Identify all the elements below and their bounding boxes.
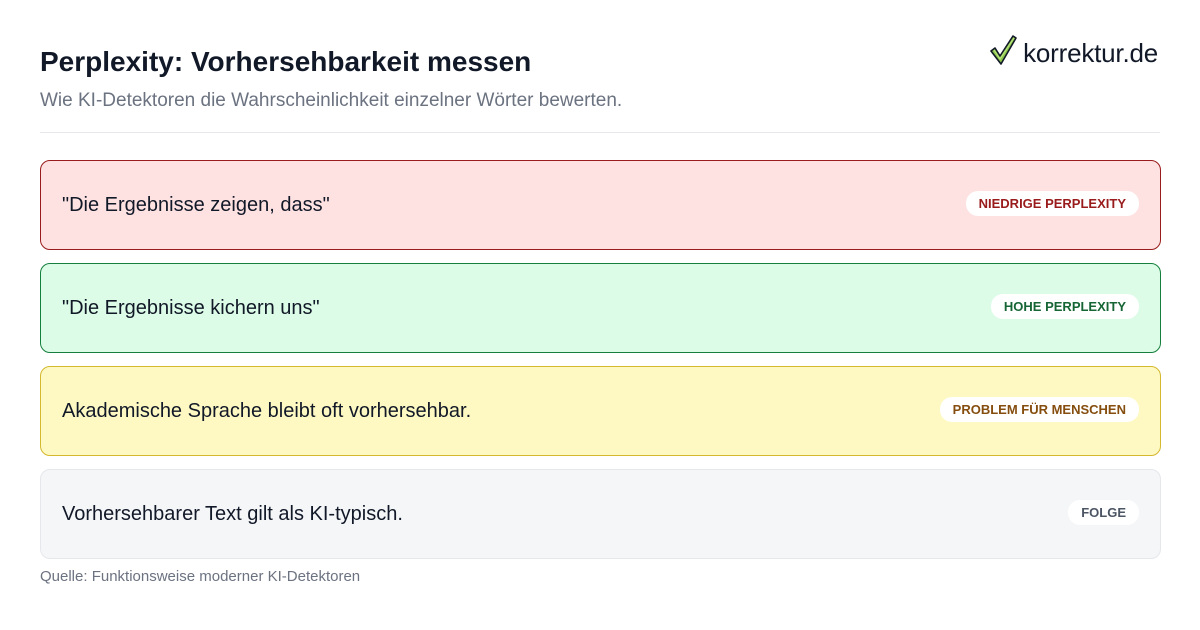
card-text: "Die Ergebnisse kichern uns" [62,296,320,319]
page: Perplexity: Vorhersehbarkeit messen Wie … [0,0,1200,630]
status-badge: NIEDRIGE PERPLEXITY [965,190,1139,216]
card-high-perplexity: "Die Ergebnisse kichern uns" HOHE PERPLE… [40,263,1161,353]
card-text: "Die Ergebnisse zeigen, dass" [62,193,330,216]
card-consequence: Vorhersehbarer Text gilt als KI-typisch.… [40,469,1161,559]
divider [40,132,1160,133]
status-badge: HOHE PERPLEXITY [990,293,1139,319]
source-note: Quelle: Funktionsweise moderner KI-Detek… [40,568,361,585]
status-badge: FOLGE [1068,499,1139,525]
logo-text: korrektur.de [1023,37,1158,68]
brand-logo[interactable]: korrektur.de [989,34,1158,71]
card-list: "Die Ergebnisse zeigen, dass" NIEDRIGE P… [40,160,1161,572]
card-text: Akademische Sprache bleibt oft vorherseh… [62,399,472,422]
card-problem: Akademische Sprache bleibt oft vorherseh… [40,366,1161,456]
card-text: Vorhersehbarer Text gilt als KI-typisch. [62,502,403,525]
page-subtitle: Wie KI-Detektoren die Wahrscheinlichkeit… [40,90,623,111]
checkmark-icon [989,34,1017,71]
card-low-perplexity: "Die Ergebnisse zeigen, dass" NIEDRIGE P… [40,160,1161,250]
status-badge: PROBLEM FÜR MENSCHEN [939,396,1139,422]
